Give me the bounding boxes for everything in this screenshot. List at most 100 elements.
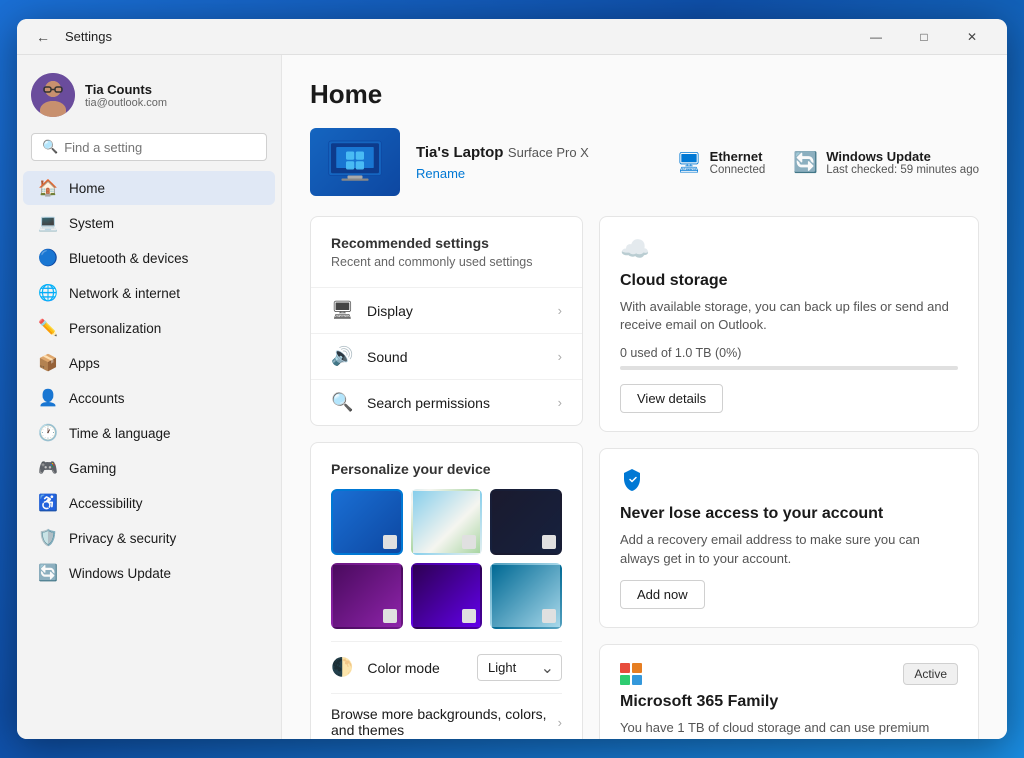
nav-icon-privacy: 🛡️ [39, 529, 57, 547]
sidebar-item-accounts[interactable]: 👤 Accounts [23, 381, 275, 415]
nav-label-accounts: Accounts [69, 391, 125, 406]
search-icon: 🔍 [42, 139, 58, 155]
sidebar-item-accessibility[interactable]: ♿ Accessibility [23, 486, 275, 520]
nav-label-network: Network & internet [69, 286, 180, 301]
search-box[interactable]: 🔍 [31, 133, 267, 161]
sidebar: Tia Counts tia@outlook.com 🔍 🏠 Home 💻 Sy… [17, 55, 282, 739]
windows-update-status[interactable]: 🔄 Windows Update Last checked: 59 minute… [793, 149, 979, 176]
nav-label-bluetooth: Bluetooth & devices [69, 251, 188, 266]
user-name: Tia Counts [85, 82, 167, 97]
device-card: Tia's Laptop Surface Pro X Rename 🖥 Ethe… [310, 128, 979, 196]
add-now-button[interactable]: Add now [620, 580, 705, 609]
account-title: Never lose access to your account [620, 505, 958, 523]
sidebar-item-privacy[interactable]: 🛡️ Privacy & security [23, 521, 275, 555]
ms365-desc: You have 1 TB of cloud storage and can u… [620, 719, 958, 739]
device-info: Tia's Laptop Surface Pro X Rename [416, 144, 660, 181]
account-desc: Add a recovery email address to make sur… [620, 531, 958, 567]
theme-item-2[interactable] [411, 489, 483, 555]
sound-label: Sound [367, 349, 558, 365]
display-icon: 🖥 [331, 300, 353, 321]
right-column: ☁️ Cloud storage With available storage,… [599, 216, 979, 739]
ms365-card: Active Microsoft 365 Family You have 1 T… [599, 644, 979, 739]
recommended-title: Recommended settings [331, 235, 562, 251]
nav-icon-apps: 📦 [39, 354, 57, 372]
nav-icon-network: 🌐 [39, 284, 57, 302]
nav-label-time: Time & language [69, 426, 171, 441]
cloud-title: Cloud storage [620, 272, 958, 290]
storage-text: 0 used of 1.0 TB (0%) [620, 346, 958, 360]
view-details-button[interactable]: View details [620, 384, 723, 413]
nav-label-home: Home [69, 181, 105, 196]
nav-label-system: System [69, 216, 114, 231]
sidebar-item-update[interactable]: 🔄 Windows Update [23, 556, 275, 590]
maximize-button[interactable]: □ [901, 21, 947, 53]
main-area: Home [282, 55, 1007, 739]
personalize-card: Personalize your device 🌓 Color mode [310, 442, 583, 739]
rename-link[interactable]: Rename [416, 166, 660, 181]
sidebar-item-gaming[interactable]: 🎮 Gaming [23, 451, 275, 485]
color-mode-wrapper: Light Dark Custom [477, 654, 562, 681]
window-title: Settings [65, 29, 112, 44]
minimize-button[interactable]: — [853, 21, 899, 53]
nav-icon-system: 💻 [39, 214, 57, 232]
ethernet-status[interactable]: 🖥 Ethernet Connected [676, 149, 765, 176]
cloud-icon: ☁️ [620, 235, 958, 264]
search-permissions-item[interactable]: 🔍 Search permissions › [311, 379, 582, 425]
window-controls: — □ ✕ [853, 21, 995, 53]
windows-update-icon: 🔄 [793, 150, 818, 175]
sidebar-item-bluetooth[interactable]: 🔵 Bluetooth & devices [23, 241, 275, 275]
settings-window: ← Settings — □ ✕ [17, 19, 1007, 739]
close-button[interactable]: ✕ [949, 21, 995, 53]
main-grid: Recommended settings Recent and commonly… [310, 216, 979, 739]
search-input[interactable] [64, 140, 256, 155]
ethernet-icon: 🖥 [676, 150, 701, 175]
theme-item-3[interactable] [490, 489, 562, 555]
ethernet-label: Ethernet [710, 149, 766, 164]
sidebar-item-time[interactable]: 🕐 Time & language [23, 416, 275, 450]
windows-update-value: Last checked: 59 minutes ago [826, 164, 979, 176]
nav-label-gaming: Gaming [69, 461, 116, 476]
sound-item[interactable]: 🔊 Sound › [311, 333, 582, 379]
sound-arrow: › [558, 349, 562, 364]
nav-icon-personalization: ✏️ [39, 319, 57, 337]
device-name: Tia's Laptop [416, 144, 503, 161]
browse-themes-row[interactable]: Browse more backgrounds, colors, and the… [331, 693, 562, 739]
active-badge: Active [903, 663, 958, 685]
left-column: Recommended settings Recent and commonly… [310, 216, 583, 739]
theme-item-4[interactable] [331, 563, 403, 629]
ms365-title: Microsoft 365 Family [620, 693, 958, 711]
color-mode-label: Color mode [367, 660, 477, 676]
recommended-subtitle: Recent and commonly used settings [331, 255, 562, 269]
sound-icon: 🔊 [331, 346, 353, 367]
browse-label: Browse more backgrounds, colors, and the… [331, 706, 558, 738]
cloud-storage-card: ☁️ Cloud storage With available storage,… [599, 216, 979, 432]
nav-label-accessibility: Accessibility [69, 496, 143, 511]
theme-item-6[interactable] [490, 563, 562, 629]
sidebar-item-personalization[interactable]: ✏️ Personalization [23, 311, 275, 345]
theme-grid [331, 489, 562, 629]
device-model: Surface Pro X [508, 145, 589, 160]
user-info[interactable]: Tia Counts tia@outlook.com [17, 63, 281, 133]
back-button[interactable]: ← [29, 23, 57, 51]
sidebar-item-home[interactable]: 🏠 Home [23, 171, 275, 205]
nav-list: 🏠 Home 💻 System 🔵 Bluetooth & devices 🌐 … [17, 171, 281, 590]
main-content: Tia Counts tia@outlook.com 🔍 🏠 Home 💻 Sy… [17, 55, 1007, 739]
device-image [310, 128, 400, 196]
user-email: tia@outlook.com [85, 97, 167, 109]
sidebar-item-network[interactable]: 🌐 Network & internet [23, 276, 275, 310]
browse-arrow: › [558, 715, 562, 730]
page-title: Home [310, 79, 979, 110]
ms365-logo [620, 663, 642, 685]
theme-item-1[interactable] [331, 489, 403, 555]
search-permissions-label: Search permissions [367, 395, 558, 411]
sidebar-item-apps[interactable]: 📦 Apps [23, 346, 275, 380]
avatar [31, 73, 75, 117]
nav-icon-accounts: 👤 [39, 389, 57, 407]
color-mode-select[interactable]: Light Dark Custom [477, 654, 562, 681]
search-permissions-arrow: › [558, 395, 562, 410]
display-item[interactable]: 🖥 Display › [311, 287, 582, 333]
display-arrow: › [558, 303, 562, 318]
sidebar-item-system[interactable]: 💻 System [23, 206, 275, 240]
theme-item-5[interactable] [411, 563, 483, 629]
color-mode-row: 🌓 Color mode Light Dark Custom [331, 641, 562, 693]
